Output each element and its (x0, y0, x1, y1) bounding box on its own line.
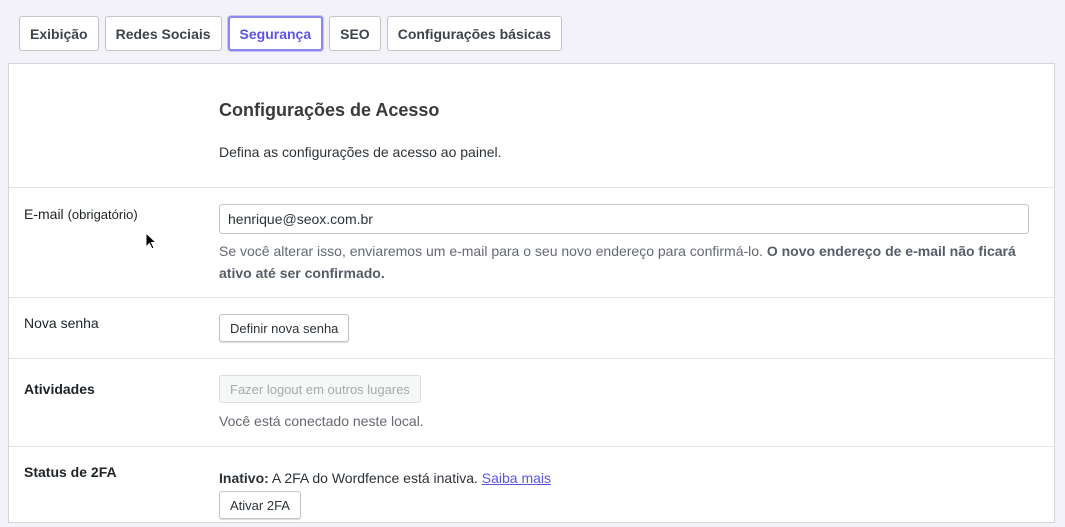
set-new-password-button[interactable]: Definir nova senha (219, 314, 350, 342)
tab-configuracoes-basicas[interactable]: Configurações básicas (386, 16, 562, 51)
email-hint: Se você alterar isso, enviaremos um e-ma… (219, 240, 1044, 284)
security-panel: Configurações de Acesso Defina as config… (8, 63, 1055, 523)
email-label: E-mail (obrigatório) (24, 206, 138, 222)
tab-redes-sociais[interactable]: Redes Sociais (104, 16, 222, 51)
tab-seguranca[interactable]: Segurança (227, 16, 324, 51)
section-title: Configurações de Acesso (219, 100, 440, 120)
settings-tabs: Exibição Redes Sociais Segurança SEO Con… (19, 16, 562, 51)
email-row: E-mail (obrigatório) Se você alterar iss… (9, 188, 1054, 298)
tab-seo[interactable]: SEO (329, 16, 381, 51)
sessions-note: Você está conectado neste local. (219, 413, 424, 429)
sessions-row: Atividades Fazer logout em outros lugare… (9, 359, 1054, 447)
learn-more-link[interactable]: Saiba mais (482, 470, 551, 486)
sessions-label: Atividades (24, 381, 95, 397)
section-description: Defina as configurações de acesso ao pai… (219, 144, 502, 160)
password-label: Nova senha (24, 315, 99, 331)
twofa-status-label: Inativo: (219, 470, 269, 486)
activate-2fa-button[interactable]: Ativar 2FA (219, 491, 301, 519)
twofa-label: Status de 2FA (24, 464, 117, 480)
twofa-status: Inativo: A 2FA do Wordfence está inativa… (219, 470, 551, 486)
logout-everywhere-button[interactable]: Fazer logout em outros lugares (219, 375, 421, 403)
section-header: Configurações de Acesso Defina as config… (9, 64, 1054, 188)
mouse-cursor-icon (145, 232, 157, 250)
password-row: Nova senha Definir nova senha (9, 298, 1054, 359)
email-required-note: (obrigatório) (67, 207, 138, 222)
twofa-status-text: A 2FA do Wordfence está inativa. (271, 470, 478, 486)
email-label-text: E-mail (24, 206, 64, 222)
email-field[interactable] (219, 204, 1029, 234)
twofa-row: Status de 2FA Inativo: A 2FA do Wordfenc… (9, 447, 1054, 527)
tab-exibicao[interactable]: Exibição (19, 16, 99, 51)
email-hint-text: Se você alterar isso, enviaremos um e-ma… (219, 243, 763, 259)
